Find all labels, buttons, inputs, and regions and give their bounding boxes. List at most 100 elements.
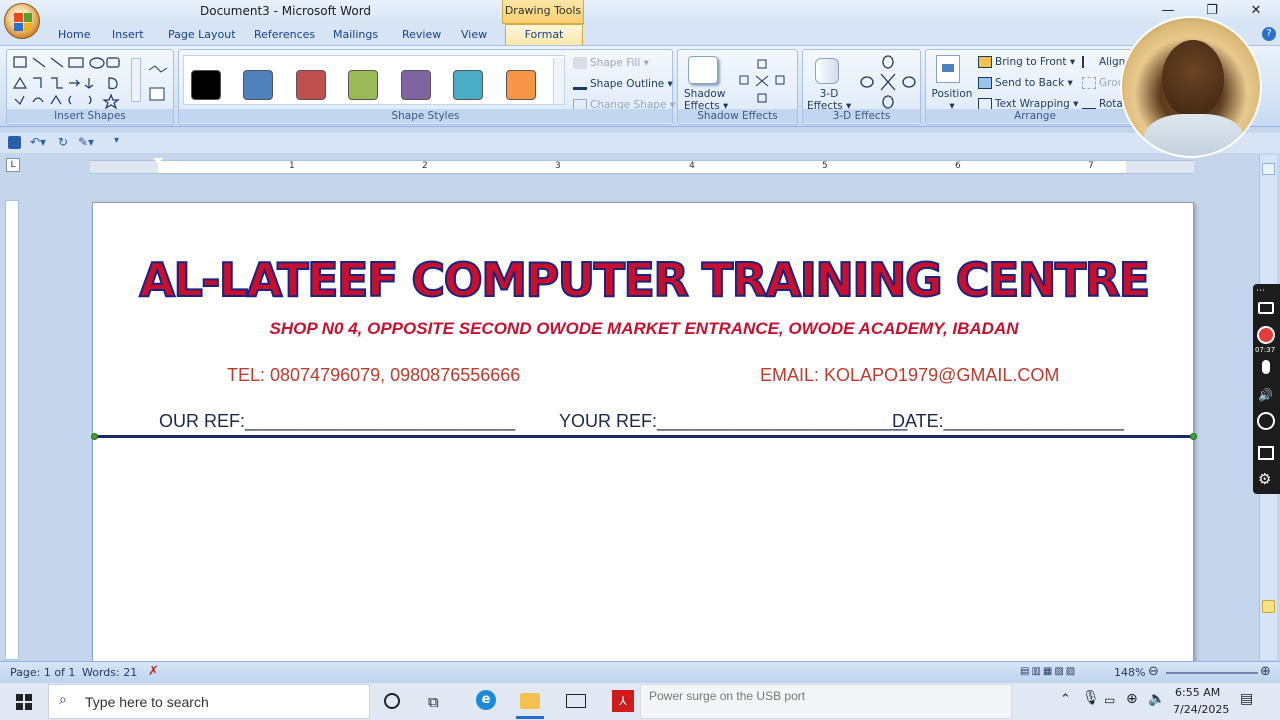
windows-start-icon[interactable] bbox=[16, 694, 32, 710]
ribbon-tab-bar: Home Insert Page Layout References Maili… bbox=[0, 24, 1280, 46]
battery-icon[interactable]: ▭ bbox=[1104, 693, 1115, 707]
notification-banner[interactable]: Power surge on the USB port bbox=[640, 684, 1012, 719]
office-button[interactable] bbox=[4, 3, 40, 39]
record-stop-icon[interactable] bbox=[1257, 326, 1275, 344]
position-icon bbox=[936, 55, 960, 83]
ruler-number: 2 bbox=[422, 161, 428, 171]
cortana-icon[interactable] bbox=[384, 693, 400, 709]
clock-date[interactable]: 7/24/2025 bbox=[1173, 703, 1229, 716]
tab-format[interactable]: Format bbox=[505, 24, 583, 46]
your-ref-field[interactable]: YOUR REF:_________________________ bbox=[559, 411, 907, 432]
shape-fill-button[interactable]: Shape Fill ▾ bbox=[573, 57, 649, 69]
recorder-mic-icon[interactable] bbox=[1262, 360, 1270, 374]
document-page[interactable]: AL-LATEEF COMPUTER TRAINING CENTRE SHOP … bbox=[91, 202, 1197, 672]
style-swatch-orange[interactable] bbox=[506, 70, 536, 100]
undo-icon[interactable]: ↶▾ bbox=[30, 135, 46, 149]
recorder-menu-icon[interactable]: ⋯ bbox=[1256, 286, 1265, 296]
tab-page-layout[interactable]: Page Layout bbox=[168, 28, 236, 41]
draw-table-icon[interactable]: ✎▾ bbox=[78, 135, 94, 149]
ribbon: Insert Shapes Shape Fill ▾ Shape Outline… bbox=[0, 45, 1280, 127]
align-icon bbox=[1082, 56, 1096, 68]
style-swatch-red[interactable] bbox=[296, 70, 326, 100]
browse-object-icon[interactable] bbox=[1262, 600, 1275, 613]
zoom-in-icon[interactable]: ⊕ bbox=[1260, 664, 1271, 679]
mail-icon[interactable] bbox=[566, 694, 586, 708]
customize-qat-icon[interactable]: ▾ bbox=[114, 135, 119, 146]
letterhead-title[interactable]: AL-LATEEF COMPUTER TRAINING CENTRE bbox=[93, 252, 1195, 308]
date-field[interactable]: DATE:__________________ bbox=[892, 411, 1124, 432]
taskbar-search[interactable]: ⌕ Type here to search bbox=[48, 684, 370, 719]
ruler-number: 7 bbox=[1088, 161, 1094, 171]
horizontal-line-shape[interactable] bbox=[95, 435, 1193, 438]
tab-references[interactable]: References bbox=[254, 28, 315, 41]
close-button[interactable]: ✕ bbox=[1234, 0, 1278, 22]
shapes-gallery[interactable] bbox=[11, 54, 135, 110]
redo-icon[interactable]: ↻ bbox=[58, 135, 68, 149]
tab-mailings[interactable]: Mailings bbox=[333, 28, 378, 41]
recorder-speaker-icon[interactable]: 🔊 bbox=[1258, 388, 1273, 402]
ruler-number: 6 bbox=[955, 161, 961, 171]
proofing-icon[interactable]: ✗ bbox=[148, 664, 159, 679]
webcam-overlay bbox=[1120, 16, 1262, 158]
zoom-level[interactable]: 148% bbox=[1114, 666, 1145, 679]
zoom-out-icon[interactable]: ⊖ bbox=[1148, 664, 1159, 679]
camera-icon[interactable] bbox=[1258, 302, 1274, 314]
letterhead-email[interactable]: EMAIL: KOLAPO1979@GMAIL.COM bbox=[760, 365, 1059, 386]
tab-insert[interactable]: Insert bbox=[112, 28, 144, 41]
group-arrange: Position ▾ Bring to Front ▾ Send to Back … bbox=[925, 49, 1145, 125]
save-icon[interactable] bbox=[8, 136, 21, 149]
indent-marker-icon[interactable] bbox=[153, 158, 163, 176]
line-handle-right[interactable] bbox=[1190, 433, 1197, 440]
bring-to-front-button[interactable]: Bring to Front ▾ bbox=[978, 56, 1075, 68]
tab-review[interactable]: Review bbox=[402, 28, 441, 41]
shadow-nudge-icons[interactable] bbox=[736, 56, 790, 108]
tab-home[interactable]: Home bbox=[58, 28, 90, 41]
volume-icon[interactable]: 🔈 bbox=[1148, 691, 1165, 707]
letterhead-address[interactable]: SHOP N0 4, OPPOSITE SECOND OWODE MARKET … bbox=[93, 319, 1195, 339]
help-icon[interactable]: ? bbox=[1262, 27, 1276, 41]
chevron-up-icon[interactable]: ⌃ bbox=[1060, 692, 1071, 707]
recorder-webcam-icon[interactable] bbox=[1257, 412, 1275, 430]
style-swatch-black[interactable] bbox=[191, 70, 221, 100]
group-3d-effects: 3-D Effects ▾ 3-D Effects bbox=[802, 49, 921, 125]
task-view-icon[interactable]: ⧉ bbox=[428, 693, 439, 711]
ruler-number: 3 bbox=[555, 161, 561, 171]
clock-time[interactable]: 6:55 AM bbox=[1175, 686, 1220, 699]
zoom-slider[interactable] bbox=[1166, 672, 1258, 674]
letterhead-telephone[interactable]: TEL: 08074796079, 0980876556666 bbox=[227, 365, 520, 386]
style-swatch-green[interactable] bbox=[348, 70, 378, 100]
tab-view[interactable]: View bbox=[461, 28, 487, 41]
edit-shape-icon[interactable] bbox=[147, 60, 171, 106]
group-button[interactable]: Grou bbox=[1082, 77, 1124, 89]
ruler-toggle-icon[interactable] bbox=[1262, 163, 1275, 175]
send-to-back-button[interactable]: Send to Back ▾ bbox=[978, 77, 1073, 89]
align-button[interactable]: Align bbox=[1082, 56, 1125, 68]
recorder-window-icon[interactable] bbox=[1258, 446, 1274, 460]
file-explorer-icon[interactable] bbox=[520, 693, 540, 709]
group-label-3d-effects: 3-D Effects bbox=[803, 109, 920, 123]
style-swatch-aqua[interactable] bbox=[453, 70, 483, 100]
action-center-icon[interactable]: ▤ bbox=[1240, 691, 1253, 707]
style-swatch-blue[interactable] bbox=[243, 70, 273, 100]
pdf-reader-icon[interactable]: ⅄ bbox=[612, 690, 634, 712]
network-icon[interactable]: ⊕ bbox=[1126, 691, 1138, 707]
word-count[interactable]: Words: 21 bbox=[82, 666, 137, 679]
recorder-settings-icon[interactable]: ⚙ bbox=[1258, 470, 1271, 488]
page-count[interactable]: Page: 1 of 1 bbox=[10, 666, 75, 679]
style-swatch-purple[interactable] bbox=[401, 70, 431, 100]
3d-effects-icon bbox=[815, 58, 839, 84]
horizontal-ruler[interactable] bbox=[90, 160, 1194, 174]
styles-gallery-scroll[interactable] bbox=[553, 58, 564, 104]
shape-outline-button[interactable]: Shape Outline ▾ bbox=[573, 78, 673, 90]
tab-selector[interactable]: L bbox=[6, 158, 20, 172]
3d-tilt-icons[interactable] bbox=[859, 54, 917, 110]
view-buttons[interactable]: ▤▥▦▧▨ bbox=[1020, 666, 1077, 677]
our-ref-field[interactable]: OUR REF:___________________________ bbox=[159, 411, 515, 432]
group-insert-shapes: Insert Shapes bbox=[6, 49, 174, 125]
vertical-ruler[interactable] bbox=[5, 200, 19, 660]
gallery-scroll[interactable] bbox=[131, 58, 141, 102]
microphone-icon[interactable]: 🎙 bbox=[1082, 690, 1100, 706]
group-shape-styles: Shape Fill ▾ Shape Outline ▾ Change Shap… bbox=[178, 49, 675, 125]
line-handle-left[interactable] bbox=[91, 433, 98, 440]
edge-icon[interactable]: e bbox=[476, 690, 496, 710]
